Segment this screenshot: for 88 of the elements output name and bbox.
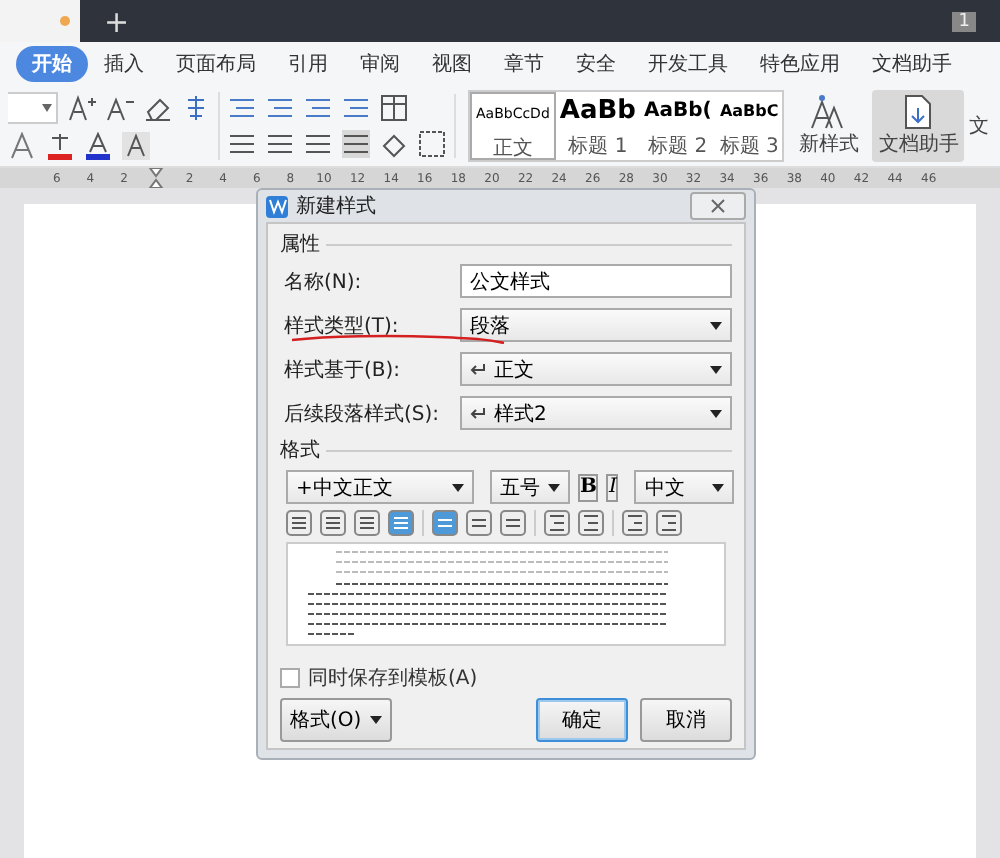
line-spacing-button[interactable]	[500, 510, 526, 536]
section-heading: 格式	[280, 437, 320, 464]
checkbox[interactable]	[280, 668, 300, 688]
ribbon-tab[interactable]: 页面布局	[160, 46, 272, 82]
cancel-button[interactable]: 取消	[640, 698, 732, 742]
window-count-badge: 1	[952, 11, 976, 31]
format-menu-button[interactable]: 格式(O)	[280, 698, 392, 742]
font-dropdown[interactable]: +中文正文	[286, 470, 474, 504]
field-label: 名称(N):	[284, 269, 364, 295]
style-preset[interactable]: AaBb 标题 1	[555, 92, 640, 160]
shading-icon[interactable]	[380, 130, 408, 158]
indent-marker-icon[interactable]	[148, 168, 165, 188]
close-icon	[710, 198, 726, 214]
align-icon[interactable]	[342, 130, 370, 158]
ribbon-tab[interactable]: 安全	[560, 46, 632, 82]
highlight-icon[interactable]	[46, 132, 74, 160]
ok-button[interactable]: 确定	[536, 698, 628, 742]
align-icon[interactable]	[266, 130, 294, 158]
align-icon[interactable]	[228, 130, 256, 158]
line-spacing-button[interactable]	[466, 510, 492, 536]
caret-icon	[452, 483, 464, 491]
ribbon-tab[interactable]: 引用	[272, 46, 344, 82]
dropdown-field[interactable]: 正文	[460, 352, 732, 386]
assistant-button[interactable]: 文档助手	[872, 90, 965, 162]
app-logo-icon	[266, 195, 288, 217]
table-icon[interactable]	[380, 94, 408, 122]
paragraph-icon[interactable]	[266, 94, 294, 122]
font-size-field[interactable]	[8, 92, 58, 124]
language-dropdown[interactable]: 中文	[634, 470, 735, 504]
caret-icon	[369, 716, 382, 724]
dropdown-field[interactable]: 样式2	[460, 396, 732, 430]
ribbon-tab[interactable]: 开发工具	[632, 46, 744, 82]
caret-icon	[710, 321, 722, 329]
italic-button[interactable]: I	[606, 473, 619, 501]
align-icon[interactable]	[304, 130, 332, 158]
ribbon-tab[interactable]: 章节	[488, 46, 560, 82]
caret-icon	[712, 483, 725, 491]
border-icon[interactable]	[418, 130, 446, 158]
char-shading-icon[interactable]	[122, 132, 150, 160]
indent-button[interactable]	[656, 510, 682, 536]
align-button[interactable]	[286, 510, 312, 536]
align-button[interactable]	[354, 510, 380, 536]
ribbon-tab[interactable]: 文档助手	[856, 46, 968, 82]
ribbon-tab[interactable]: 开始	[16, 46, 88, 82]
line-spacing-button[interactable]	[432, 510, 458, 536]
paragraph-icon[interactable]	[304, 94, 332, 122]
new-tab-button[interactable]: +	[104, 3, 130, 39]
unsaved-dot-icon	[59, 16, 69, 26]
phonetic-icon[interactable]	[182, 94, 210, 122]
text-effect-icon[interactable]	[8, 132, 36, 160]
ribbon-tab[interactable]: 视图	[416, 46, 488, 82]
section-heading: 属性	[280, 231, 320, 258]
paragraph-icon[interactable]	[342, 94, 370, 122]
input-field[interactable]: 公文样式	[460, 264, 732, 298]
letters-icon	[810, 94, 847, 130]
dropdown-field[interactable]: 段落	[460, 308, 732, 342]
toolbar-label: 文	[968, 113, 989, 140]
caret-icon	[710, 409, 722, 417]
field-label: 后续段落样式(S):	[284, 401, 442, 427]
size-dropdown[interactable]: 五号	[490, 470, 570, 504]
shrink-font-icon[interactable]	[106, 94, 134, 122]
grow-font-icon[interactable]	[68, 94, 96, 122]
paragraph-spacing-button[interactable]	[578, 510, 604, 536]
style-preset[interactable]: AaBbC 标题 3	[715, 92, 783, 160]
close-button[interactable]	[690, 192, 746, 220]
field-label: 样式基于(B):	[284, 357, 403, 383]
eraser-icon[interactable]	[144, 94, 172, 122]
style-preset[interactable]: AaBb( 标题 2	[639, 92, 716, 160]
document-icon	[902, 94, 935, 130]
paragraph-spacing-button[interactable]	[544, 510, 570, 536]
align-button[interactable]	[320, 510, 346, 536]
checkbox-label: 同时保存到模板(A)	[308, 665, 478, 692]
indent-button[interactable]	[622, 510, 648, 536]
return-arrow-icon	[470, 407, 486, 419]
caret-icon	[710, 365, 722, 373]
ribbon-tab[interactable]: 特色应用	[744, 46, 856, 82]
font-color-icon[interactable]	[84, 132, 112, 160]
ribbon-tab[interactable]: 插入	[88, 46, 160, 82]
caret-icon	[42, 104, 52, 112]
new-style-button[interactable]: 新样式	[792, 90, 865, 162]
field-label: 样式类型(T):	[284, 313, 401, 339]
align-button[interactable]	[388, 510, 414, 536]
return-arrow-icon	[470, 363, 486, 375]
ribbon-tab[interactable]: 审阅	[344, 46, 416, 82]
caret-icon	[548, 483, 560, 491]
paragraph-icon[interactable]	[228, 94, 256, 122]
dialog-title: 新建样式	[296, 193, 376, 220]
bold-button[interactable]: B	[578, 473, 599, 501]
